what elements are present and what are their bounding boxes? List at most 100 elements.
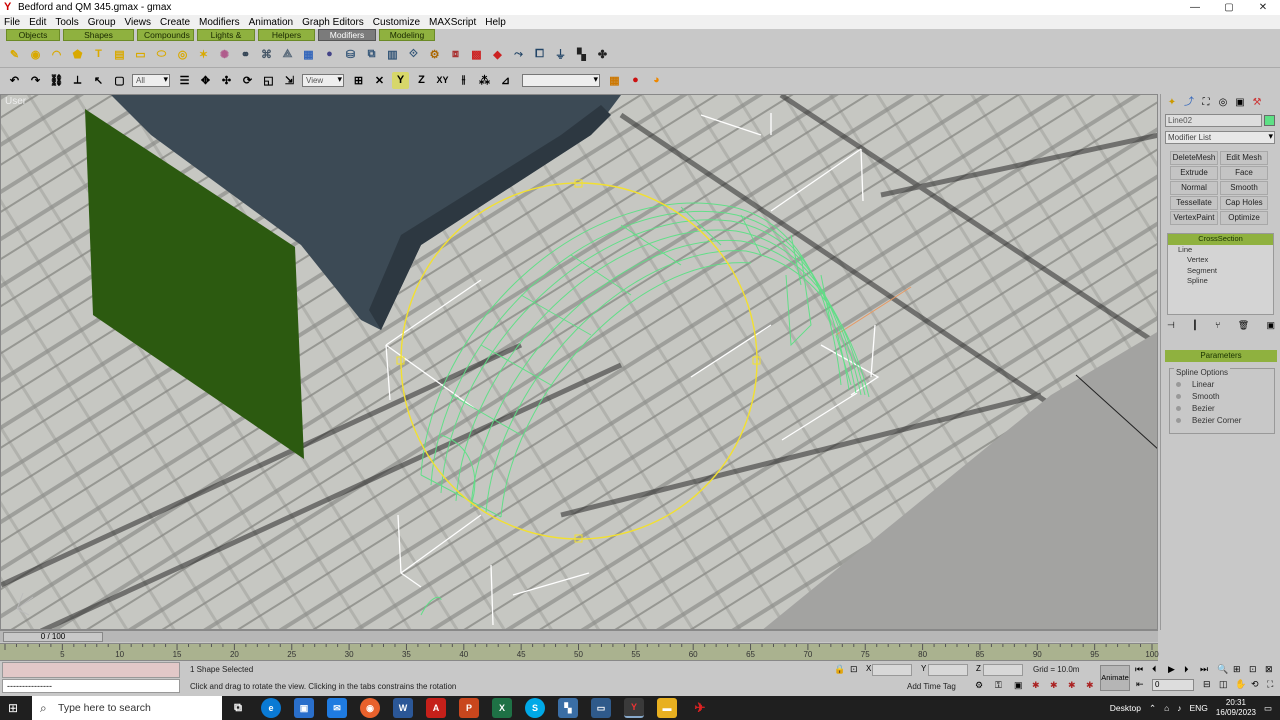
quick-render-icon[interactable]: ◕ — [648, 72, 665, 89]
reference-coord-dropdown[interactable]: View — [302, 73, 344, 87]
make-unique-icon[interactable]: ⑂ — [1215, 320, 1220, 334]
create-rectangle-icon[interactable]: ▭ — [132, 46, 149, 63]
powerpoint-icon[interactable]: P — [459, 698, 479, 718]
next-frame-icon[interactable]: ⏵ — [1184, 664, 1189, 675]
mesh-tool-icon[interactable]: ⧉ — [363, 46, 380, 63]
create-line-icon[interactable]: ✎ — [6, 46, 23, 63]
monitor-app-icon[interactable]: ▭ — [591, 698, 611, 718]
select-arrow-icon[interactable]: ↖ — [90, 72, 107, 89]
play-icon[interactable]: ▶ — [1168, 664, 1175, 675]
notifications-icon[interactable]: ▭ — [1264, 703, 1272, 714]
object-name-field[interactable]: Line02 — [1165, 114, 1262, 127]
grid-icon[interactable]: ▥ — [384, 46, 401, 63]
windows-start-icon[interactable]: ⊞ — [8, 700, 24, 716]
store-icon[interactable]: ▣ — [294, 698, 314, 718]
restrict-z-button[interactable]: Z — [413, 72, 430, 89]
menu-customize[interactable]: Customize — [373, 17, 420, 28]
align-icon[interactable]: ⏚ — [552, 46, 569, 63]
snapshot-icon[interactable]: ◆ — [489, 46, 506, 63]
pivot-icon[interactable]: ⊞ — [350, 72, 367, 89]
create-section-icon[interactable]: ▤ — [111, 46, 128, 63]
tab-shapes[interactable]: Shapes — [63, 29, 134, 41]
restrict-xy-button[interactable]: XY — [434, 72, 451, 89]
tray-chevron-icon[interactable]: ⌃ — [1149, 703, 1156, 714]
desktop-toolbar[interactable]: Desktop — [1110, 703, 1141, 713]
redo-icon[interactable]: ↷ — [27, 72, 44, 89]
stack-item-line[interactable]: Line — [1168, 245, 1273, 256]
radio-linear[interactable]: Linear — [1176, 380, 1214, 389]
current-frame-field[interactable]: 0 — [1152, 679, 1194, 691]
modifier-button-edit-mesh[interactable]: Edit Mesh — [1220, 151, 1268, 165]
modifier-button-smooth[interactable]: Smooth — [1220, 181, 1268, 195]
key-filter-icon[interactable]: ⚿ — [995, 680, 1002, 691]
field-of-view-icon[interactable]: ⊟ — [1203, 679, 1211, 690]
viewport-label[interactable]: User — [5, 96, 26, 107]
mirror-icon[interactable]: ▩ — [468, 46, 485, 63]
lock-selection-icon[interactable]: 🔒 — [834, 664, 845, 675]
restrict-y-button[interactable]: Y — [392, 71, 409, 89]
selection-filter-dropdown[interactable]: All — [132, 73, 170, 87]
previous-frame-icon[interactable]: ⏴ — [1152, 664, 1157, 675]
tab-lights-cameras[interactable]: Lights & Cameras — [197, 29, 255, 50]
mail-icon[interactable]: ✉ — [327, 698, 347, 718]
zoom-extents-all-icon[interactable]: ⊠ — [1265, 664, 1273, 675]
remove-modifier-icon[interactable]: 🗑 — [1238, 320, 1249, 334]
tab-objects[interactable]: Objects — [6, 29, 60, 41]
key-mode-toggle-icon[interactable]: ⇤ — [1136, 679, 1144, 690]
maximize-viewport-icon[interactable]: ⛶ — [1267, 679, 1273, 690]
menu-maxscript[interactable]: MAXScript — [429, 17, 476, 28]
move-alt-icon[interactable]: ✣ — [218, 72, 235, 89]
show-end-result-icon[interactable]: ┃ — [1192, 320, 1197, 334]
absolute-mode-icon[interactable]: ⊡ — [850, 664, 858, 675]
array-icon[interactable]: ⧈ — [447, 46, 464, 63]
material-editor-icon[interactable]: ▦ — [606, 72, 623, 89]
create-ellipse-icon[interactable]: ⬭ — [153, 46, 170, 63]
maximize-button[interactable]: ▢ — [1212, 0, 1246, 15]
stack-subobject-vertex[interactable]: Vertex — [1168, 255, 1273, 266]
modifier-button-vertexpaint[interactable]: VertexPaint — [1170, 211, 1218, 225]
firefox-icon[interactable]: ◉ — [360, 698, 380, 718]
minimize-button[interactable]: — — [1178, 0, 1212, 15]
zoom-all-icon[interactable]: ⊞ — [1233, 664, 1241, 675]
stack-item-crosssection[interactable]: CrossSection — [1168, 234, 1273, 245]
clone-icon[interactable]: ⧠ — [531, 46, 548, 63]
named-selection-dropdown[interactable] — [522, 73, 600, 87]
excel-icon[interactable]: X — [492, 698, 512, 718]
create-donut-icon[interactable]: ◎ — [174, 46, 191, 63]
speaker-icon[interactable]: ♪ — [1177, 703, 1181, 713]
modifier-button-deletemesh[interactable]: DeleteMesh — [1170, 151, 1218, 165]
motion-tab-icon[interactable]: ◎ — [1216, 96, 1230, 109]
maxscript-listener-top[interactable] — [2, 662, 180, 678]
render-icon[interactable]: ● — [627, 72, 644, 89]
modifier-button-extrude[interactable]: Extrude — [1170, 166, 1218, 180]
utilities-tab-icon[interactable]: ⚒ — [1250, 96, 1264, 109]
arc-rotate-icon[interactable]: ⟲ — [1251, 679, 1259, 690]
animate-button[interactable]: Animate — [1100, 665, 1130, 691]
angle-snap-icon[interactable]: ⊿ — [497, 72, 514, 89]
modifier-button-cap-holes[interactable]: Cap Holes — [1220, 196, 1268, 210]
menu-views[interactable]: Views — [125, 17, 152, 28]
unlink-icon[interactable]: ⟂ — [69, 72, 86, 89]
conform-icon[interactable]: ▦ — [300, 46, 317, 63]
link-icon[interactable]: ⛓ — [48, 72, 65, 89]
create-arc-icon[interactable]: ◠ — [48, 46, 65, 63]
network-icon[interactable]: ⌂ — [1164, 703, 1169, 713]
modify-tab-icon[interactable]: ⤴ — [1182, 96, 1196, 109]
cylinder-icon[interactable]: ⛁ — [342, 46, 359, 63]
scale-icon[interactable]: ◱ — [260, 72, 277, 89]
connect-icon[interactable]: ⟐ — [405, 46, 422, 63]
select-by-name-icon[interactable]: ☰ — [176, 72, 193, 89]
clock[interactable]: 20:31 16/09/2023 — [1216, 698, 1256, 718]
menu-modifiers[interactable]: Modifiers — [199, 17, 240, 28]
stack-subobject-spline[interactable]: Spline — [1168, 276, 1273, 287]
pan-icon[interactable]: ✋ — [1235, 679, 1246, 690]
set-key-icon[interactable]: ▣ — [1014, 680, 1023, 691]
file-explorer-icon[interactable]: ▬ — [657, 698, 677, 718]
move-icon[interactable]: ✥ — [197, 72, 214, 89]
gear-icon[interactable]: ⚙ — [426, 46, 443, 63]
undo-icon[interactable]: ↶ — [6, 72, 23, 89]
modifier-button-face-extrude[interactable]: Face Extrude — [1220, 166, 1268, 189]
add-time-tag[interactable]: Add Time Tag — [907, 682, 956, 691]
parameters-rollout-header[interactable]: Parameters — [1165, 350, 1277, 362]
menu-create[interactable]: Create — [160, 17, 190, 28]
